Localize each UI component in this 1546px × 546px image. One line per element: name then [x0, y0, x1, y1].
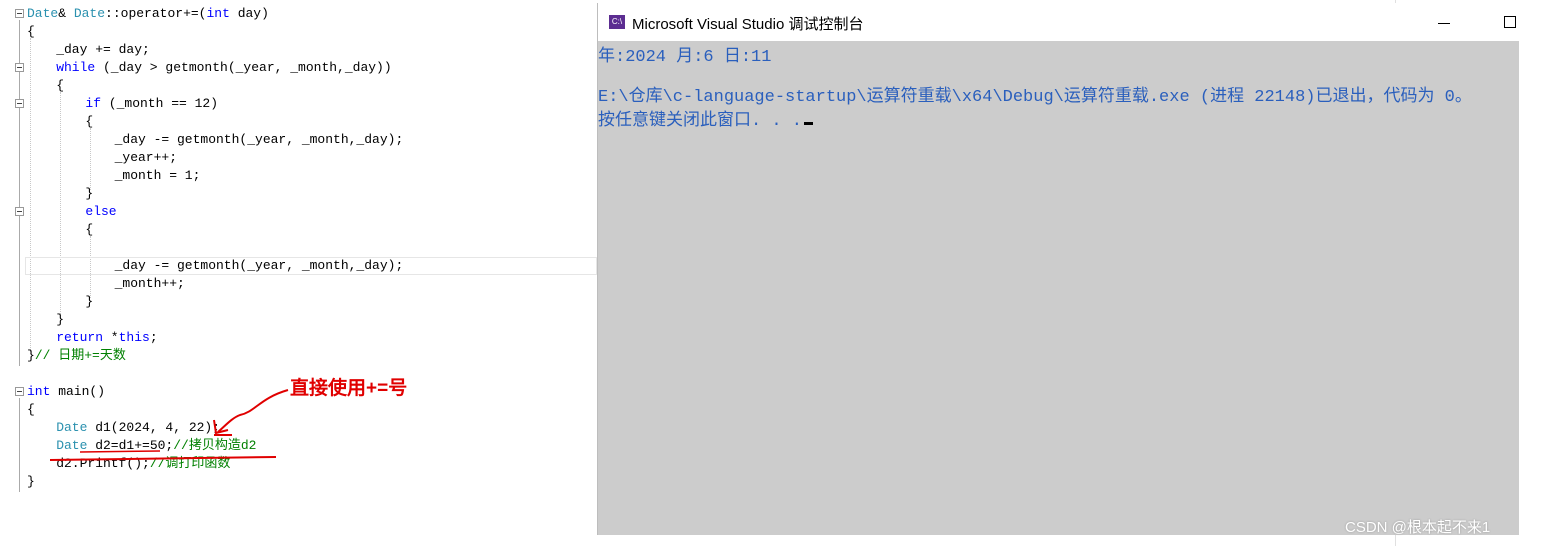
console-output-line-1: 年:2024 月:6 日:11: [598, 48, 772, 67]
maximize-icon[interactable]: [1504, 16, 1516, 28]
annotation-underline: [49, 456, 277, 461]
minimize-icon[interactable]: [1438, 23, 1450, 24]
console-title-bar[interactable]: C:\ Microsoft Visual Studio 调试控制台: [598, 3, 1520, 41]
console-prompt-text: 按任意键关闭此窗口. . .: [598, 112, 803, 131]
console-output-line-2: E:\仓库\c-language-startup\运算符重载\x64\Debug…: [598, 88, 1472, 107]
right-background-strip: [1519, 0, 1546, 546]
annotation-underline-short: [79, 450, 161, 453]
debug-console-window[interactable]: C:\ Microsoft Visual Studio 调试控制台 年:2024…: [597, 3, 1520, 535]
console-output-line-3: 按任意键关闭此窗口. . .: [598, 105, 814, 131]
annotation-arrowhead: [213, 419, 229, 435]
code-editor[interactable]: Date& Date::operator+=(int day){_day += …: [0, 0, 597, 546]
csdn-watermark: CSDN @根本起不来1: [1345, 519, 1491, 536]
annotation-text: 直接使用+=号: [290, 378, 408, 399]
console-window-title: Microsoft Visual Studio 调试控制台: [632, 16, 864, 33]
console-app-icon: C:\: [609, 15, 625, 29]
console-cursor: [804, 122, 814, 125]
annotation-arrow: [217, 389, 289, 433]
red-annotation-marks: [49, 389, 289, 461]
